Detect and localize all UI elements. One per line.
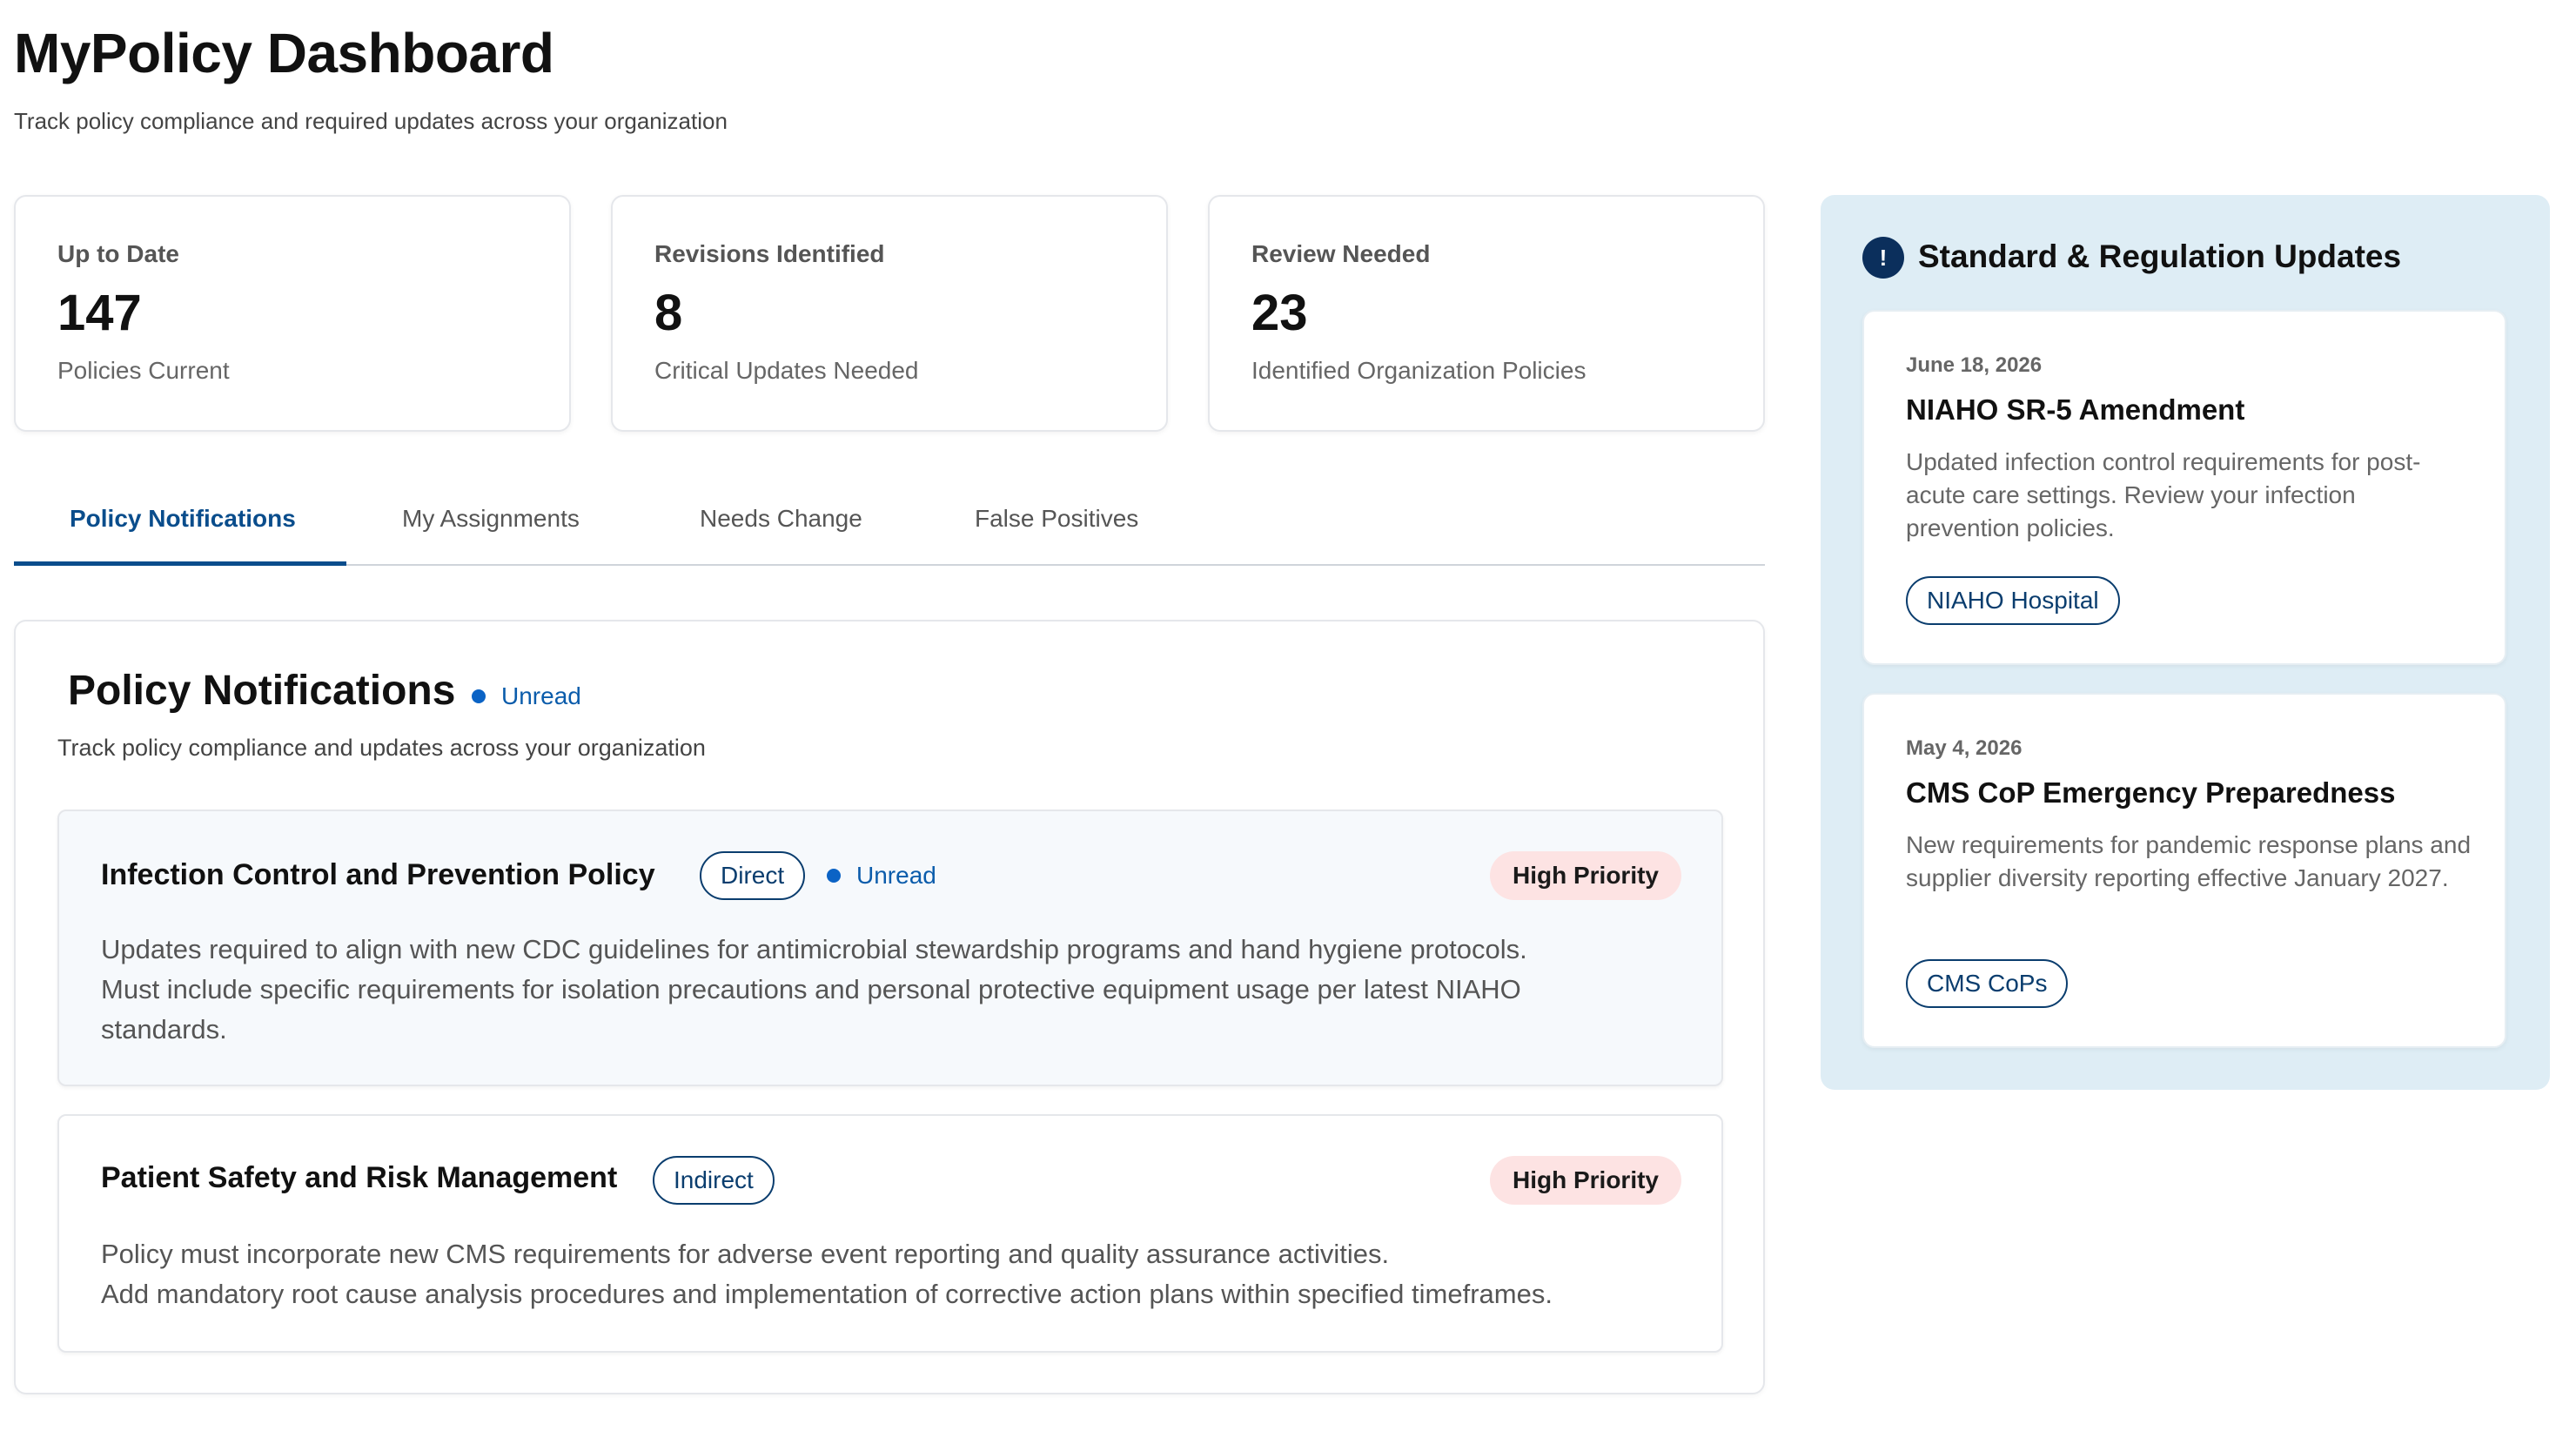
- stat-card-up-to-date: Up to Date 147 Policies Current: [14, 195, 571, 432]
- unread-filter[interactable]: Unread: [472, 682, 581, 710]
- notification-body: Updates required to align with new CDC g…: [101, 930, 1527, 1050]
- regulation-update-card[interactable]: June 18, 2026 NIAHO SR-5 Amendment Updat…: [1862, 310, 2506, 665]
- stat-label: Review Needed: [1251, 240, 1431, 267]
- alert-icon: !: [1862, 237, 1904, 279]
- update-date: June 18, 2026: [1906, 353, 2043, 377]
- tab-policy-notifications[interactable]: Policy Notifications: [70, 505, 296, 533]
- standard-regulation-updates-panel: ! Standard & Regulation Updates June 18,…: [1821, 195, 2550, 1090]
- update-body: Updated infection control requirements f…: [1906, 448, 2421, 541]
- stat-label: Revisions Identified: [654, 240, 885, 267]
- priority-badge: High Priority: [1489, 1156, 1681, 1205]
- dashboard-page: MyPolicy Dashboard Track policy complian…: [0, 0, 2576, 1431]
- regulation-update-card[interactable]: May 4, 2026 CMS CoP Emergency Preparedne…: [1862, 693, 2506, 1048]
- stat-card-review-needed: Review Needed 23 Identified Organization…: [1208, 195, 1765, 432]
- stat-description: Critical Updates Needed: [654, 357, 919, 384]
- unread-dot-icon: [827, 869, 841, 883]
- update-tag[interactable]: NIAHO Hospital: [1906, 576, 2120, 625]
- stat-description: Identified Organization Policies: [1251, 357, 1587, 384]
- update-tag[interactable]: CMS CoPs: [1906, 959, 2069, 1008]
- active-tab-indicator: [14, 561, 346, 566]
- page-subtitle: Track policy compliance and required upd…: [14, 108, 728, 134]
- stat-value: 147: [57, 285, 142, 341]
- priority-badge: High Priority: [1489, 851, 1681, 900]
- side-panel-title: Standard & Regulation Updates: [1918, 238, 2402, 274]
- stat-value: 23: [1251, 285, 1308, 341]
- stat-value: 8: [654, 285, 683, 341]
- tab-needs-change[interactable]: Needs Change: [700, 505, 862, 533]
- update-title: NIAHO SR-5 Amendment: [1906, 393, 2245, 426]
- notification-status: Unread: [827, 862, 936, 890]
- notification-body-line: Must include specific requirements for i…: [101, 974, 1521, 1004]
- notification-type-badge: Direct: [700, 851, 806, 900]
- notification-title: Patient Safety and Risk Management: [101, 1161, 618, 1194]
- update-date: May 4, 2026: [1906, 736, 2023, 760]
- policy-notifications-panel: Policy Notifications Unread Track policy…: [14, 620, 1765, 1394]
- tab-false-positives[interactable]: False Positives: [975, 505, 1138, 533]
- stat-description: Policies Current: [57, 357, 230, 384]
- page-title: MyPolicy Dashboard: [14, 22, 554, 84]
- update-title: CMS CoP Emergency Preparedness: [1906, 776, 2396, 809]
- notification-card[interactable]: Infection Control and Prevention Policy …: [57, 810, 1723, 1086]
- notification-card[interactable]: Patient Safety and Risk Management Indir…: [57, 1114, 1723, 1353]
- notification-title: Infection Control and Prevention Policy: [101, 858, 655, 891]
- tab-my-assignments[interactable]: My Assignments: [402, 505, 580, 533]
- notification-body-line: standards.: [101, 1014, 227, 1045]
- status-label: Unread: [856, 862, 936, 889]
- stat-card-revisions-identified: Revisions Identified 8 Critical Updates …: [611, 195, 1168, 432]
- panel-title: Policy Notifications: [68, 668, 456, 714]
- notification-body-line: Policy must incorporate new CMS requirem…: [101, 1239, 1390, 1269]
- panel-subtitle: Track policy compliance and updates acro…: [57, 735, 706, 761]
- stat-label: Up to Date: [57, 240, 179, 267]
- tab-bar: Policy Notifications My Assignments Need…: [14, 470, 1765, 566]
- notification-body-line: Add mandatory root cause analysis proced…: [101, 1279, 1553, 1309]
- notification-type-badge: Indirect: [653, 1156, 775, 1205]
- update-body: New requirements for pandemic response p…: [1906, 831, 2472, 891]
- unread-label: Unread: [501, 682, 581, 709]
- unread-dot-icon: [472, 689, 486, 703]
- notification-body: Policy must incorporate new CMS requirem…: [101, 1234, 1553, 1314]
- notification-body-line: Updates required to align with new CDC g…: [101, 934, 1527, 964]
